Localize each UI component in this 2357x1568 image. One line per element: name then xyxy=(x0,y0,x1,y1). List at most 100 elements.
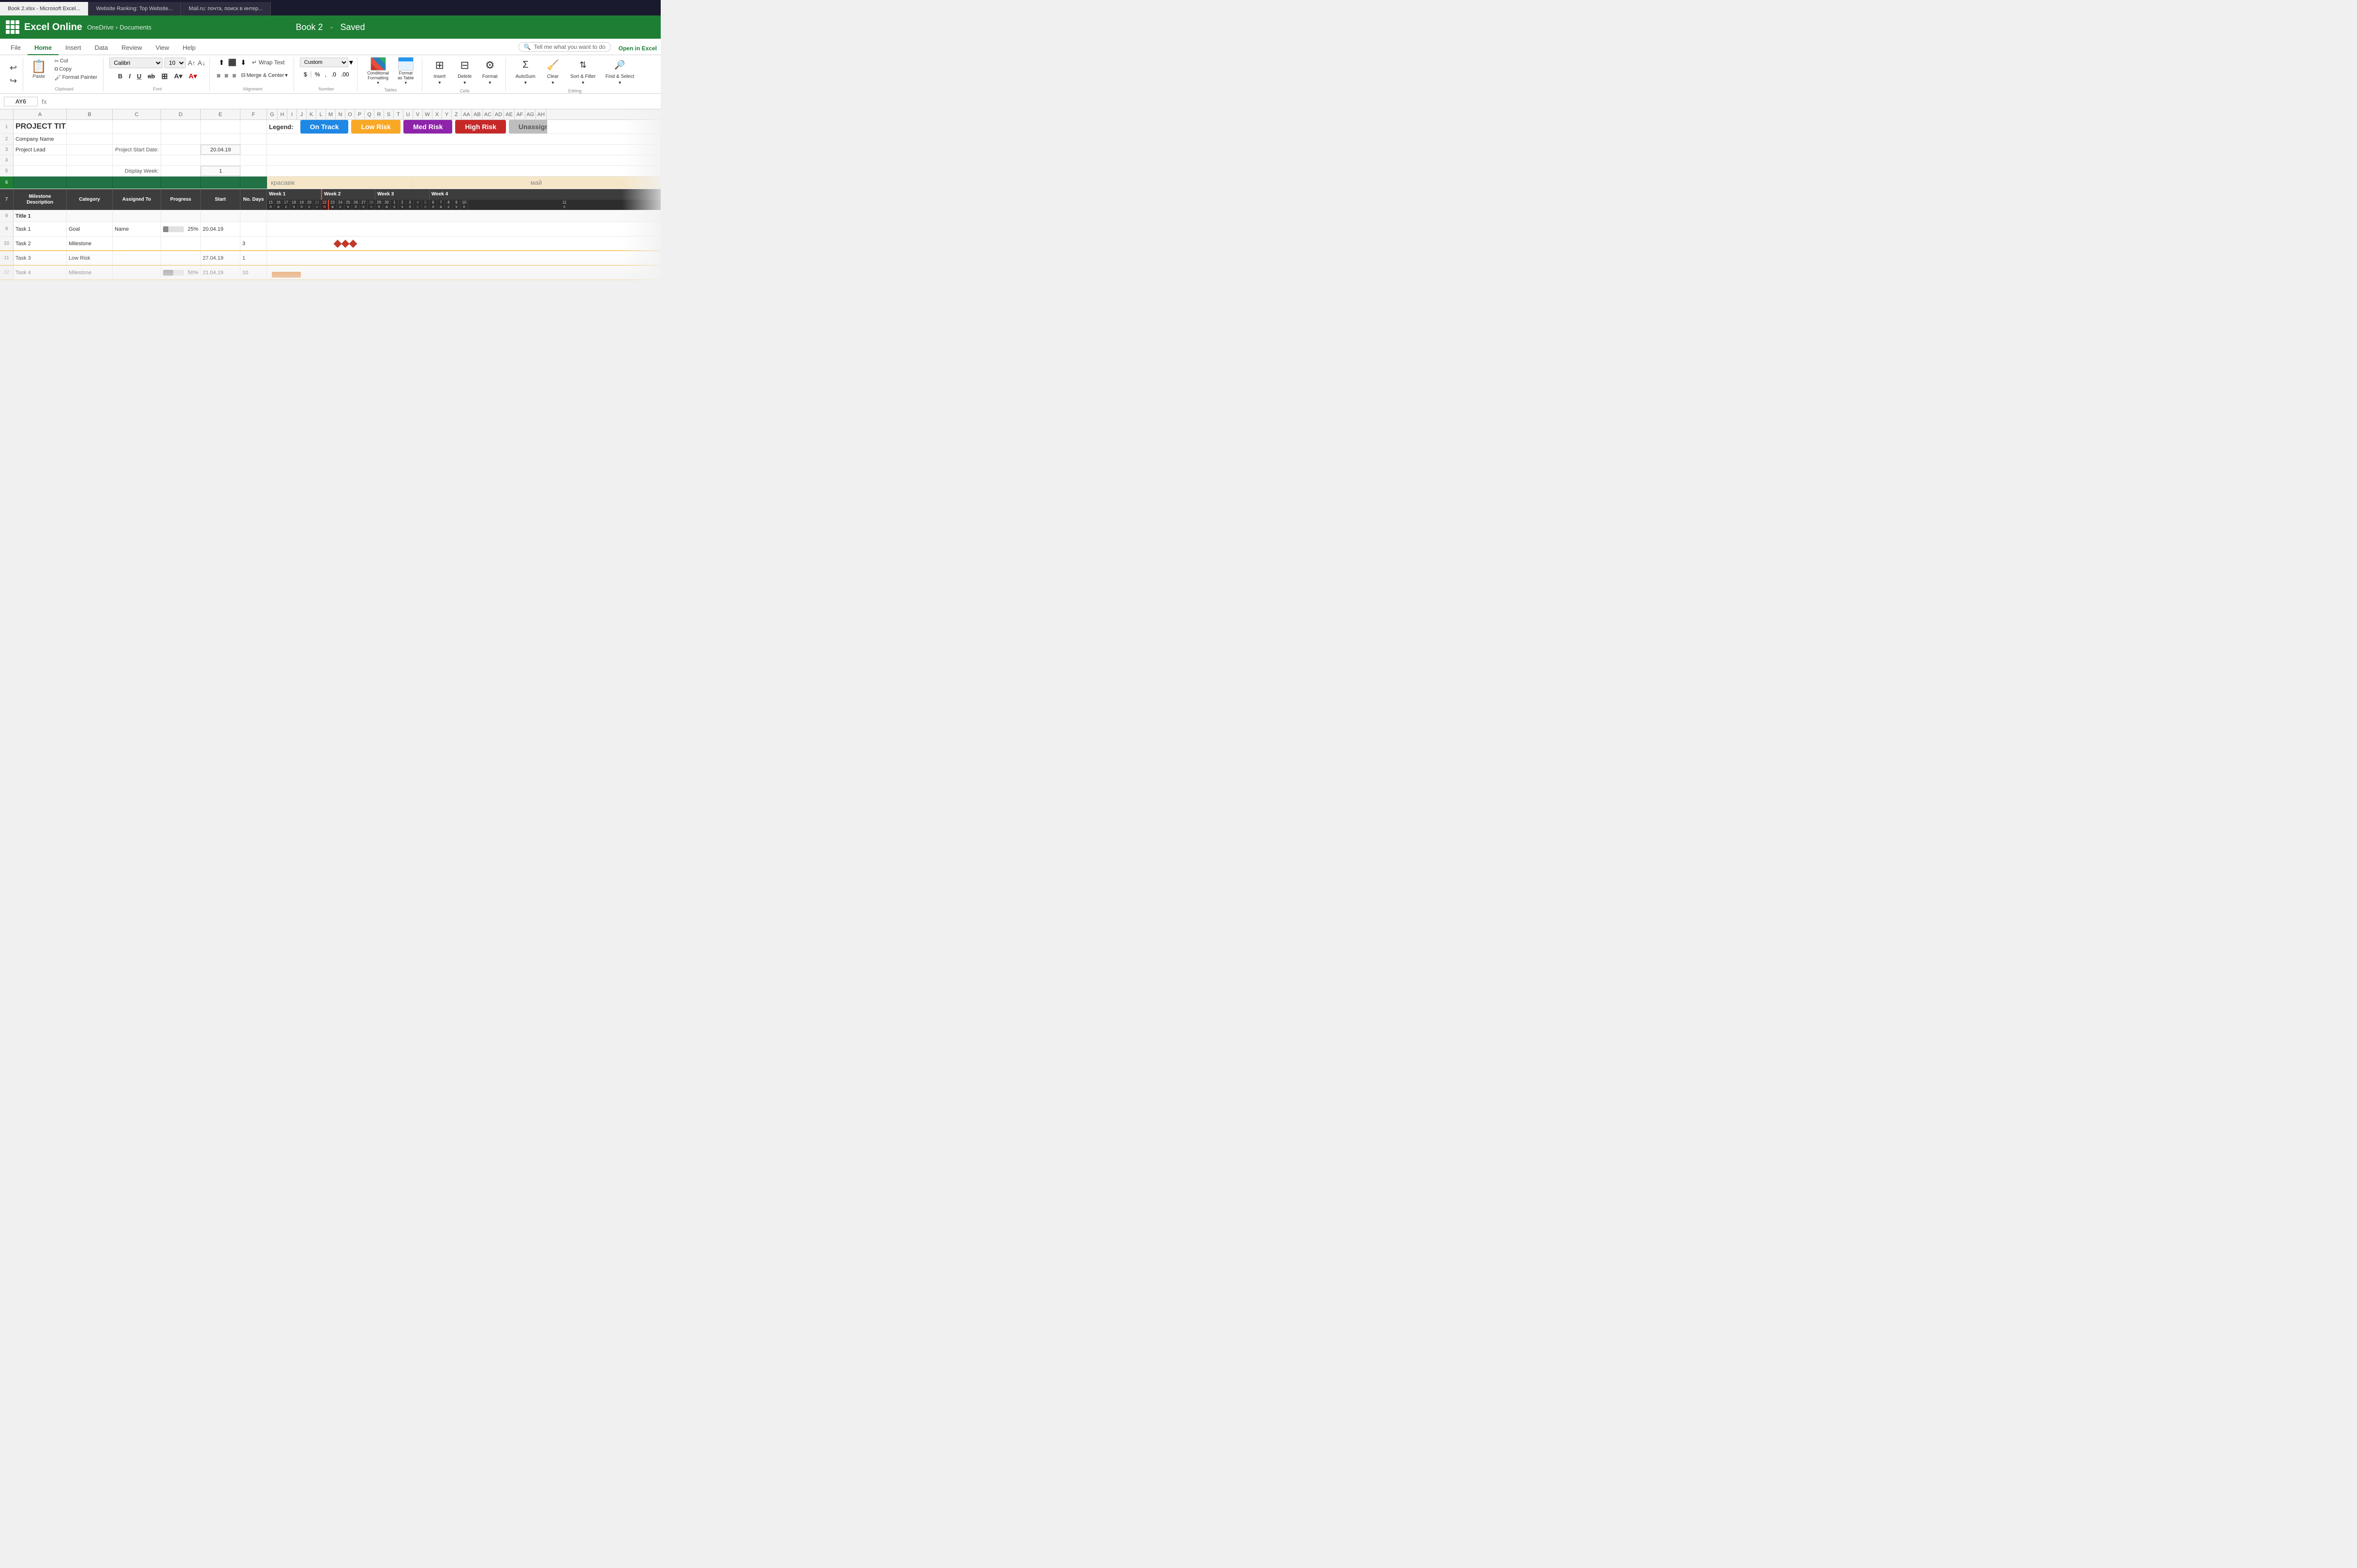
cell-e4[interactable] xyxy=(201,155,240,165)
find-select-button[interactable]: 🔎 Find & Select ▾ xyxy=(602,56,638,88)
cell-b5[interactable] xyxy=(67,166,113,176)
cut-button[interactable]: ✂ Cut xyxy=(52,58,99,65)
tab-file[interactable]: File xyxy=(4,41,28,55)
cell-e6[interactable] xyxy=(201,177,240,189)
percent-button[interactable]: % xyxy=(313,70,322,79)
insert-button[interactable]: ⊞ Insert ▾ xyxy=(428,56,451,88)
cell-b1[interactable] xyxy=(67,120,113,133)
cell-d12[interactable]: 50% xyxy=(161,266,201,280)
copy-button[interactable]: ⧉ Copy xyxy=(52,66,99,73)
cell-a9[interactable]: Task 1 xyxy=(14,222,67,236)
insert-dropdown[interactable]: ▾ xyxy=(438,80,441,86)
cell-b11[interactable]: Low Risk xyxy=(67,251,113,265)
cell-c12[interactable] xyxy=(113,266,161,280)
cell-d8[interactable] xyxy=(161,210,201,222)
waffle-icon[interactable] xyxy=(6,20,19,34)
cell-f12[interactable]: 10 xyxy=(240,266,267,280)
decimal-increase-button[interactable]: .0 xyxy=(329,70,338,79)
col-header-y[interactable]: Y xyxy=(442,109,452,119)
tab-data[interactable]: Data xyxy=(88,41,115,55)
cell-b7[interactable]: Category xyxy=(67,189,113,210)
find-select-dropdown[interactable]: ▾ xyxy=(619,80,621,86)
cell-b3[interactable] xyxy=(67,145,113,155)
cell-e9[interactable]: 20.04.19 xyxy=(201,222,240,236)
cell-b6[interactable] xyxy=(67,177,113,189)
cell-e11[interactable]: 27.04.19 xyxy=(201,251,240,265)
autosum-button[interactable]: Σ AutoSum ▾ xyxy=(512,56,539,88)
col-header-ae[interactable]: AE xyxy=(504,109,515,119)
col-header-ah[interactable]: AH xyxy=(536,109,547,119)
align-left-button[interactable]: ≡ xyxy=(216,71,222,80)
cell-f6[interactable] xyxy=(240,177,267,189)
col-header-ab[interactable]: AB xyxy=(472,109,483,119)
cell-a7[interactable]: Milestone Description xyxy=(14,189,67,210)
col-header-d[interactable]: D xyxy=(161,109,201,119)
italic-button[interactable]: I xyxy=(126,71,133,81)
cell-f5[interactable] xyxy=(240,166,267,176)
breadcrumb-documents[interactable]: Documents xyxy=(119,24,151,31)
legend-high-risk[interactable]: High Risk xyxy=(455,120,506,133)
formula-input[interactable] xyxy=(51,98,657,105)
cell-e2[interactable] xyxy=(201,134,240,144)
col-header-o[interactable]: O xyxy=(345,109,355,119)
col-header-aa[interactable]: AA xyxy=(461,109,472,119)
clear-dropdown[interactable]: ▾ xyxy=(551,80,554,86)
format-dropdown[interactable]: ▾ xyxy=(489,80,491,86)
cell-f9[interactable] xyxy=(240,222,267,236)
tab-excel[interactable]: Book 2.xlsx - Microsoft Excel... xyxy=(0,2,89,15)
font-color-button[interactable]: A▾ xyxy=(186,71,199,82)
merge-center-button[interactable]: ⊟ Merge & Center ▾ xyxy=(239,71,289,79)
col-header-af[interactable]: AF xyxy=(515,109,525,119)
col-header-a[interactable]: A xyxy=(14,109,67,119)
cell-d1[interactable] xyxy=(161,120,201,133)
col-header-e[interactable]: E xyxy=(201,109,240,119)
cell-a3[interactable]: Project Lead xyxy=(14,145,67,155)
cell-a8[interactable]: Title 1 xyxy=(14,210,67,222)
cell-d4[interactable] xyxy=(161,155,201,165)
cell-d6[interactable] xyxy=(161,177,201,189)
col-header-q[interactable]: Q xyxy=(365,109,374,119)
cell-a6[interactable] xyxy=(14,177,67,189)
tab-review[interactable]: Review xyxy=(115,41,149,55)
col-header-ag[interactable]: AG xyxy=(525,109,536,119)
col-header-m[interactable]: M xyxy=(326,109,336,119)
col-header-g[interactable]: G xyxy=(267,109,278,119)
col-header-ad[interactable]: AD xyxy=(493,109,504,119)
cell-d7[interactable]: Progress xyxy=(161,189,201,210)
cell-a10[interactable]: Task 2 xyxy=(14,237,67,251)
col-header-i[interactable]: I xyxy=(287,109,297,119)
cell-f10[interactable]: 3 xyxy=(240,237,267,251)
cell-f1[interactable] xyxy=(240,120,267,133)
autosum-dropdown[interactable]: ▾ xyxy=(524,80,527,86)
cell-c10[interactable] xyxy=(113,237,161,251)
decimal-decrease-button[interactable]: .00 xyxy=(339,70,351,79)
cell-e1[interactable] xyxy=(201,120,240,133)
tab-insert[interactable]: Insert xyxy=(59,41,88,55)
tab-view[interactable]: View xyxy=(149,41,176,55)
cell-d5[interactable] xyxy=(161,166,201,176)
cell-c7[interactable]: Assigned To xyxy=(113,189,161,210)
col-header-l[interactable]: L xyxy=(316,109,326,119)
align-middle-button[interactable]: ⬛ xyxy=(227,58,237,68)
col-header-n[interactable]: N xyxy=(336,109,345,119)
col-header-j[interactable]: J xyxy=(297,109,307,119)
cell-f4[interactable] xyxy=(240,155,267,165)
col-header-f[interactable]: F xyxy=(240,109,267,119)
format-table-dropdown[interactable]: ▾ xyxy=(405,80,407,86)
col-header-ac[interactable]: AC xyxy=(483,109,493,119)
cell-f8[interactable] xyxy=(240,210,267,222)
col-header-p[interactable]: P xyxy=(355,109,365,119)
font-family-select[interactable]: Calibri xyxy=(109,58,163,68)
tab-mail[interactable]: Mail.ru: почта, поиск в интер... xyxy=(181,2,271,15)
delete-button[interactable]: ⊟ Delete ▾ xyxy=(453,56,476,88)
number-format-select[interactable]: Custom xyxy=(300,58,348,67)
underline-button[interactable]: U xyxy=(134,71,144,81)
sort-filter-button[interactable]: ⇅ Sort & Filter ▾ xyxy=(566,56,600,88)
sort-filter-dropdown[interactable]: ▾ xyxy=(582,80,584,86)
cond-format-dropdown[interactable]: ▾ xyxy=(377,80,379,86)
legend-med-risk[interactable]: Med Risk xyxy=(403,120,452,133)
col-header-h[interactable]: H xyxy=(278,109,287,119)
col-header-r[interactable]: R xyxy=(374,109,384,119)
cell-e10[interactable] xyxy=(201,237,240,251)
font-size-increase-icon[interactable]: A↑ xyxy=(188,59,195,67)
